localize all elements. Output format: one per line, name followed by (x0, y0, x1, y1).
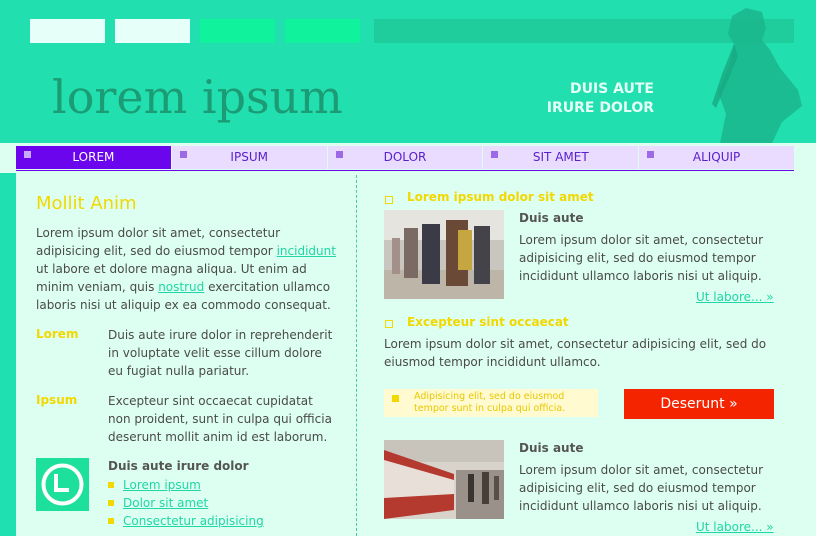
article2-more-link[interactable]: Ut labore... » (696, 518, 774, 536)
section2-title[interactable]: Excepteur sint occaecat (407, 315, 569, 329)
promo-text: Adipisicing elit, sed do eiusmod tempor … (414, 391, 565, 415)
nav-square-icon (647, 151, 655, 158)
promo-text-line-2: tempor sunt in culpa qui officia. (414, 403, 566, 414)
list-item: Lorem ipsum (108, 476, 264, 494)
content-right-margin (794, 143, 816, 536)
nav-square-icon (179, 151, 187, 158)
promo-text-line-1: Adipisicing elit, sed do eiusmod (414, 391, 565, 402)
nav-item-label: ALIQUIP (692, 150, 741, 164)
nav-item-ipsum[interactable]: IPSUM (171, 146, 327, 169)
left-title: Mollit Anim (36, 193, 137, 214)
site-logo[interactable]: lorem ipsum (52, 70, 343, 124)
incididunt-link[interactable]: incididunt (277, 244, 336, 258)
item-text-lorem: Duis aute irure dolor in reprehenderit i… (108, 328, 333, 378)
nav-square-icon (491, 151, 499, 158)
article1-text: Lorem ipsum dolor sit amet, consectetur … (519, 233, 764, 283)
header-box-3[interactable] (200, 19, 275, 43)
item-label-ipsum: Ipsum (36, 393, 78, 407)
nav-item-label: LOREM (72, 150, 115, 164)
crowd-photo (384, 210, 504, 299)
nostrud-link[interactable]: nostrud (158, 280, 204, 294)
header-box-4[interactable] (285, 19, 360, 43)
article1-title[interactable]: Lorem ipsum dolor sit amet (407, 190, 594, 204)
article1-subhead: Duis aute (519, 211, 584, 225)
tagline-line-2: IRURE DOLOR (546, 100, 654, 116)
left-intro: Lorem ipsum dolor sit amet, consectetur … (36, 224, 336, 314)
promo-box[interactable]: Adipisicing elit, sed do eiusmod tempor … (384, 389, 598, 417)
article2-subhead: Duis aute (519, 441, 584, 455)
clock-icon (36, 458, 89, 511)
nav-square-icon (24, 151, 31, 158)
nav-item-sit-amet[interactable]: SIT AMET (483, 146, 639, 169)
intro-text-1: Lorem ipsum dolor sit amet, consectetur … (36, 226, 281, 258)
consectetur-link[interactable]: Consectetur adipisicing (123, 514, 264, 528)
nav-item-label: SIT AMET (532, 150, 589, 164)
dolor-sit-amet-link[interactable]: Dolor sit amet (123, 496, 208, 510)
woman-silhouette-image (712, 8, 802, 143)
tagline-line-1: DUIS AUTE (569, 81, 654, 97)
bullet-square-icon (385, 320, 393, 328)
section2-text: Lorem ipsum dolor sit amet, consectetur … (384, 337, 767, 369)
column-divider (356, 175, 357, 536)
lorem-ipsum-link[interactable]: Lorem ipsum (123, 478, 201, 492)
link-list: Lorem ipsum Dolor sit amet Consectetur a… (108, 476, 264, 530)
nav-item-dolor[interactable]: DOLOR (327, 146, 483, 169)
list-title: Duis aute irure dolor (108, 459, 249, 473)
list-item: Dolor sit amet (108, 494, 264, 512)
nav-item-aliquip[interactable]: ALIQUIP (639, 146, 794, 169)
article1-more-link[interactable]: Ut labore... » (696, 288, 774, 306)
main-nav: LOREM IPSUM DOLOR SIT AMET ALIQUIP (16, 146, 794, 169)
nav-item-lorem[interactable]: LOREM (16, 146, 171, 169)
bullet-square-icon (385, 196, 393, 204)
promo-square-icon (392, 395, 399, 402)
item-text-ipsum: Excepteur sint occaecat cupidatat non pr… (108, 394, 332, 444)
item-label-lorem: Lorem (36, 327, 79, 341)
deserunt-button[interactable]: Deserunt » (624, 389, 774, 419)
nav-square-icon (335, 151, 343, 158)
article2-text: Lorem ipsum dolor sit amet, consectetur … (519, 463, 764, 513)
header-tagline: DUIS AUTE IRURE DOLOR (547, 80, 654, 118)
nav-item-label: DOLOR (383, 150, 427, 164)
header-box-1[interactable] (30, 19, 105, 43)
list-item: Consectetur adipisicing (108, 512, 264, 530)
header: lorem ipsum DUIS AUTE IRURE DOLOR (0, 0, 816, 143)
subway-photo (384, 440, 504, 519)
header-box-2[interactable] (115, 19, 190, 43)
nav-item-label: IPSUM (230, 150, 268, 164)
